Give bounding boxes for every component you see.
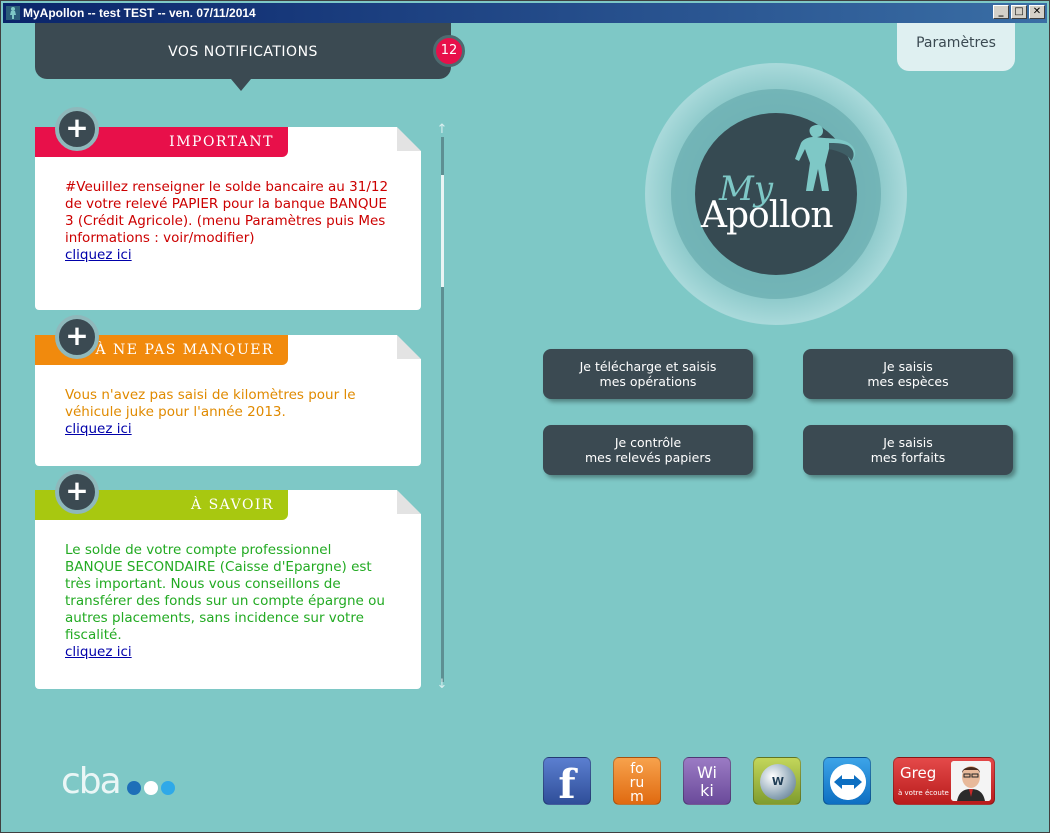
card-body: Le solde de votre compte professionnel B… [65,542,391,661]
cba-logo-dots [127,781,175,795]
notification-card-manquer: À NE PAS MANQUER + Vous n'avez pas saisi… [35,315,421,466]
double-arrow-icon [830,764,866,800]
wiki-icon[interactable]: Wi ki [683,757,731,805]
card-message: Le solde de votre compte professionnel B… [65,542,385,643]
notifications-count-badge: 12 [433,35,465,67]
settings-button[interactable]: Paramètres [897,23,1015,71]
scrollbar-thumb[interactable] [441,175,444,287]
page-fold-corner [397,335,421,359]
notifications-header[interactable]: VOS NOTIFICATIONS [35,23,451,91]
forum-icon[interactable]: fo ru m [613,757,661,805]
logo-apollon-text: Apollon [701,195,834,236]
support-agent-avatar-icon [951,761,991,801]
greg-name: Greg [900,764,937,782]
forum-icon-line: m [630,789,644,805]
teamviewer-icon[interactable] [823,757,871,805]
minimize-button[interactable]: _ [993,5,1009,19]
page-fold-corner [397,127,421,151]
expand-plus-icon[interactable]: + [55,470,99,514]
greg-subtitle: à votre écoute [898,789,949,797]
notification-card-savoir: À SAVOIR + Le solde de votre compte prof… [35,470,421,689]
window-title: MyApollon -- test TEST -- ven. 07/11/201… [23,6,256,20]
download-operations-button[interactable]: Je télécharge et saisis mes opérations [543,349,753,399]
facebook-icon[interactable]: f [543,757,591,808]
apollon-app-icon [6,6,20,20]
notification-card-important: IMPORTANT + #Veuillez renseigner le sold… [35,107,421,310]
expand-plus-icon[interactable]: + [55,315,99,359]
globe-icon: W [760,764,796,800]
window-controls: _ □ ✕ [993,5,1045,19]
forum-icon-line: fo [630,761,644,777]
card-link[interactable]: cliquez ici [65,644,391,661]
wiki-icon-line: ki [700,781,714,800]
cba-dot [161,781,175,795]
cba-dot [144,781,158,795]
title-bar[interactable]: MyApollon -- test TEST -- ven. 07/11/201… [3,3,1047,23]
app-window: MyApollon -- test TEST -- ven. 07/11/201… [0,0,1050,833]
scroll-up-arrow-icon[interactable]: ↑ [435,123,449,137]
flat-rates-button[interactable]: Je saisis mes forfaits [803,425,1013,475]
close-button[interactable]: ✕ [1029,5,1045,19]
cba-dot [127,781,141,795]
forum-icon-line: ru [629,775,645,791]
paper-statements-button[interactable]: Je contrôle mes relevés papiers [543,425,753,475]
maximize-button[interactable]: □ [1011,5,1027,19]
main-content: VOS NOTIFICATIONS 12 Paramètres IMPORTAN… [3,23,1047,830]
greg-support-button[interactable]: Greg à votre écoute [893,757,995,805]
card-body: #Veuillez renseigner le solde bancaire a… [65,179,391,264]
wiki-icon-line: Wi [697,763,717,782]
card-body: Vous n'avez pas saisi de kilomètres pour… [65,387,391,438]
cash-entry-button[interactable]: Je saisis mes espèces [803,349,1013,399]
card-link[interactable]: cliquez ici [65,421,391,438]
apollon-figure-icon [795,124,856,191]
card-message: #Veuillez renseigner le solde bancaire a… [65,179,389,246]
card-message: Vous n'avez pas saisi de kilomètres pour… [65,387,356,420]
page-fold-corner [397,490,421,514]
cba-logo: cba [61,761,122,802]
website-globe-icon[interactable]: W [753,757,801,805]
expand-plus-icon[interactable]: + [55,107,99,151]
card-link[interactable]: cliquez ici [65,247,391,264]
scroll-down-arrow-icon[interactable]: ↓ [435,678,449,692]
